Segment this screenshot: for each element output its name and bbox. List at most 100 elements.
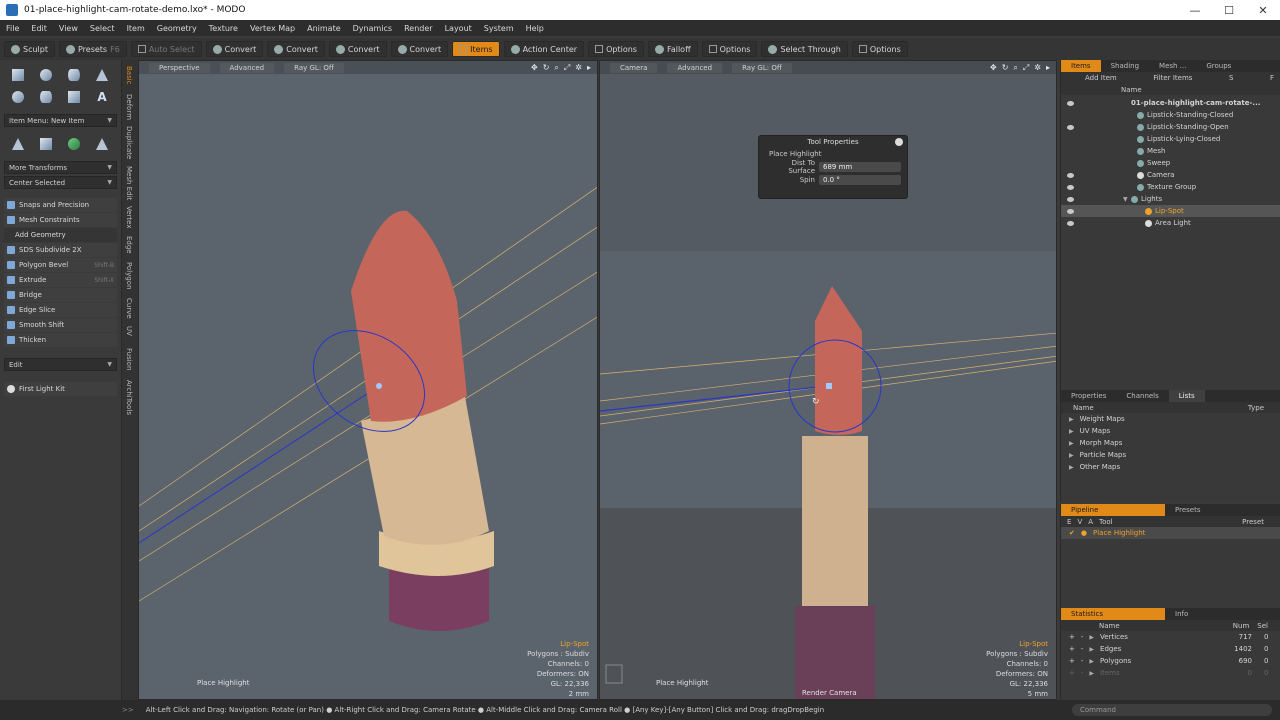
tab-items[interactable]: Items: [1061, 60, 1101, 72]
snaps-precision-button[interactable]: Snaps and Precision: [4, 198, 117, 212]
expand-triangle-icon[interactable]: ▶: [1069, 416, 1074, 423]
maximize-button[interactable]: ☐: [1212, 4, 1246, 17]
plus-icon[interactable]: +: [1069, 669, 1075, 677]
visibility-eye-icon[interactable]: [1067, 172, 1074, 178]
torus-primitive-button[interactable]: [6, 88, 30, 106]
pan-icon[interactable]: ✥: [531, 63, 538, 73]
pyramid-button[interactable]: [90, 135, 114, 153]
visibility-eye-icon[interactable]: [1067, 184, 1074, 190]
menu-arrow-icon[interactable]: ▸: [1046, 63, 1050, 73]
sphere-primitive-button[interactable]: [34, 66, 58, 84]
cylinder-primitive-button[interactable]: [62, 66, 86, 84]
vtab-edge[interactable]: Edge: [125, 236, 133, 254]
convert-vertices-button[interactable]: Convert: [205, 41, 264, 57]
tree-row-mesh-item[interactable]: Lipstick-Lying-Closed: [1061, 133, 1280, 145]
menu-animate[interactable]: Animate: [301, 24, 347, 33]
tool-sds-subdivide[interactable]: SDS Subdivide 2X: [4, 243, 117, 257]
tool-thicken[interactable]: Thicken: [4, 333, 117, 347]
tab-presets[interactable]: Presets: [1165, 504, 1210, 516]
tab-shading[interactable]: Shading: [1101, 60, 1149, 72]
tree-row-mesh-item[interactable]: Lipstick-Standing-Closed: [1061, 109, 1280, 121]
zoom-icon[interactable]: ⌕: [1013, 63, 1017, 73]
expand-triangle-icon[interactable]: ▶: [1069, 440, 1074, 447]
tree-row-lip-spot[interactable]: Lip-Spot: [1061, 205, 1280, 217]
menu-view[interactable]: View: [53, 24, 84, 33]
menu-dynamics[interactable]: Dynamics: [347, 24, 398, 33]
tree-row-mesh-item[interactable]: Lipstick-Standing-Open: [1061, 121, 1280, 133]
action-center-button[interactable]: Action Center: [503, 41, 585, 57]
tab-lists[interactable]: Lists: [1168, 390, 1205, 402]
visibility-eye-icon[interactable]: [1067, 220, 1074, 226]
convert-edges-button[interactable]: Convert: [267, 41, 325, 57]
menu-layout[interactable]: Layout: [439, 24, 478, 33]
raygl-tab[interactable]: Ray GL: Off: [732, 62, 792, 73]
menu-system[interactable]: System: [478, 24, 520, 33]
plus-icon[interactable]: +: [1069, 657, 1075, 665]
expand-triangle-icon[interactable]: ▶: [1089, 646, 1094, 653]
sculpt-button[interactable]: Sculpt: [4, 41, 55, 57]
list-item-weight-maps[interactable]: ▶ Weight Maps: [1061, 413, 1280, 425]
cone-primitive-button[interactable]: [90, 66, 114, 84]
stats-row-items[interactable]: + - ▶ Items 0 0: [1061, 667, 1280, 679]
item-menu-dropdown[interactable]: Item Menu: New Item ▼: [4, 114, 117, 127]
grid-button[interactable]: [34, 135, 58, 153]
convert-polygons-button[interactable]: Convert: [328, 41, 387, 57]
maximize-icon[interactable]: ⤢: [564, 63, 570, 73]
gear-icon[interactable]: ✲: [575, 63, 582, 73]
tool-extrude[interactable]: Extrude Shift-X: [4, 273, 117, 287]
expand-triangle-icon[interactable]: ▶: [1089, 634, 1094, 641]
mesh-constraints-button[interactable]: Mesh Constraints: [4, 213, 117, 227]
expand-triangle-icon[interactable]: ▶: [1089, 670, 1094, 677]
expand-triangle-icon[interactable]: ▶: [1069, 452, 1074, 459]
minus-icon[interactable]: -: [1081, 645, 1084, 653]
menu-vertex-map[interactable]: Vertex Map: [244, 24, 301, 33]
tree-row-scene[interactable]: 01-place-highlight-cam-rotate-...: [1061, 97, 1280, 109]
menu-edit[interactable]: Edit: [25, 24, 53, 33]
stats-row-polygons[interactable]: + - ▶ Polygons 690 0: [1061, 655, 1280, 667]
auto-select-button[interactable]: Auto Select: [130, 41, 202, 57]
tool-polygon-bevel[interactable]: Polygon Bevel Shift-B: [4, 258, 117, 272]
rotate-icon[interactable]: ↻: [543, 63, 550, 73]
edit-dropdown[interactable]: Edit ▼: [4, 358, 117, 371]
gear-icon[interactable]: ✲: [1034, 63, 1041, 73]
menu-texture[interactable]: Texture: [203, 24, 244, 33]
text-primitive-button[interactable]: A: [90, 88, 114, 106]
locator-button[interactable]: [6, 135, 30, 153]
vtab-curve[interactable]: Curve: [125, 298, 133, 319]
tab-info[interactable]: Info: [1165, 608, 1198, 620]
cube-primitive-button[interactable]: [6, 66, 30, 84]
center-selected-dropdown[interactable]: Center Selected ▼: [4, 176, 117, 189]
filter-items-button[interactable]: Filter Items: [1153, 74, 1192, 82]
vtab-deform[interactable]: Deform: [125, 94, 133, 120]
expand-arrows-icon[interactable]: >>: [0, 706, 142, 714]
vtab-basic[interactable]: Basic: [125, 66, 133, 85]
add-geometry-section[interactable]: Add Geometry: [4, 228, 117, 242]
expand-triangle-icon[interactable]: ▶: [1069, 428, 1074, 435]
advanced-tab[interactable]: Advanced: [667, 62, 723, 73]
raygl-tab[interactable]: Ray GL: Off: [284, 62, 344, 73]
rotate-icon[interactable]: ↻: [1002, 63, 1009, 73]
vtab-mesh-edit[interactable]: Mesh Edit: [125, 166, 133, 200]
close-icon[interactable]: [895, 138, 903, 146]
add-item-button[interactable]: Add Item: [1085, 74, 1117, 82]
tree-row-camera[interactable]: Camera: [1061, 169, 1280, 181]
list-item-morph-maps[interactable]: ▶ Morph Maps: [1061, 437, 1280, 449]
f-button[interactable]: F: [1270, 74, 1274, 82]
zoom-icon[interactable]: ⌕: [554, 63, 558, 73]
menu-arrow-icon[interactable]: ▸: [587, 63, 591, 73]
falloff-options-button[interactable]: Options: [701, 41, 758, 57]
tree-row-area-light[interactable]: Area Light: [1061, 217, 1280, 229]
vtab-uv[interactable]: UV: [125, 326, 133, 336]
minus-icon[interactable]: -: [1081, 633, 1084, 641]
chevron-down-icon[interactable]: ▼: [1123, 196, 1128, 203]
menu-select[interactable]: Select: [84, 24, 121, 33]
globe-button[interactable]: [62, 135, 86, 153]
vtab-duplicate[interactable]: Duplicate: [125, 126, 133, 159]
tree-row-lights[interactable]: ▼ Lights: [1061, 193, 1280, 205]
action-center-options-button[interactable]: Options: [588, 41, 644, 57]
advanced-tab[interactable]: Advanced: [219, 62, 275, 73]
spin-field[interactable]: 0.0 °: [819, 174, 901, 185]
tree-row-texture-group[interactable]: Texture Group: [1061, 181, 1280, 193]
list-item-particle-maps[interactable]: ▶ Particle Maps: [1061, 449, 1280, 461]
menu-geometry[interactable]: Geometry: [151, 24, 203, 33]
